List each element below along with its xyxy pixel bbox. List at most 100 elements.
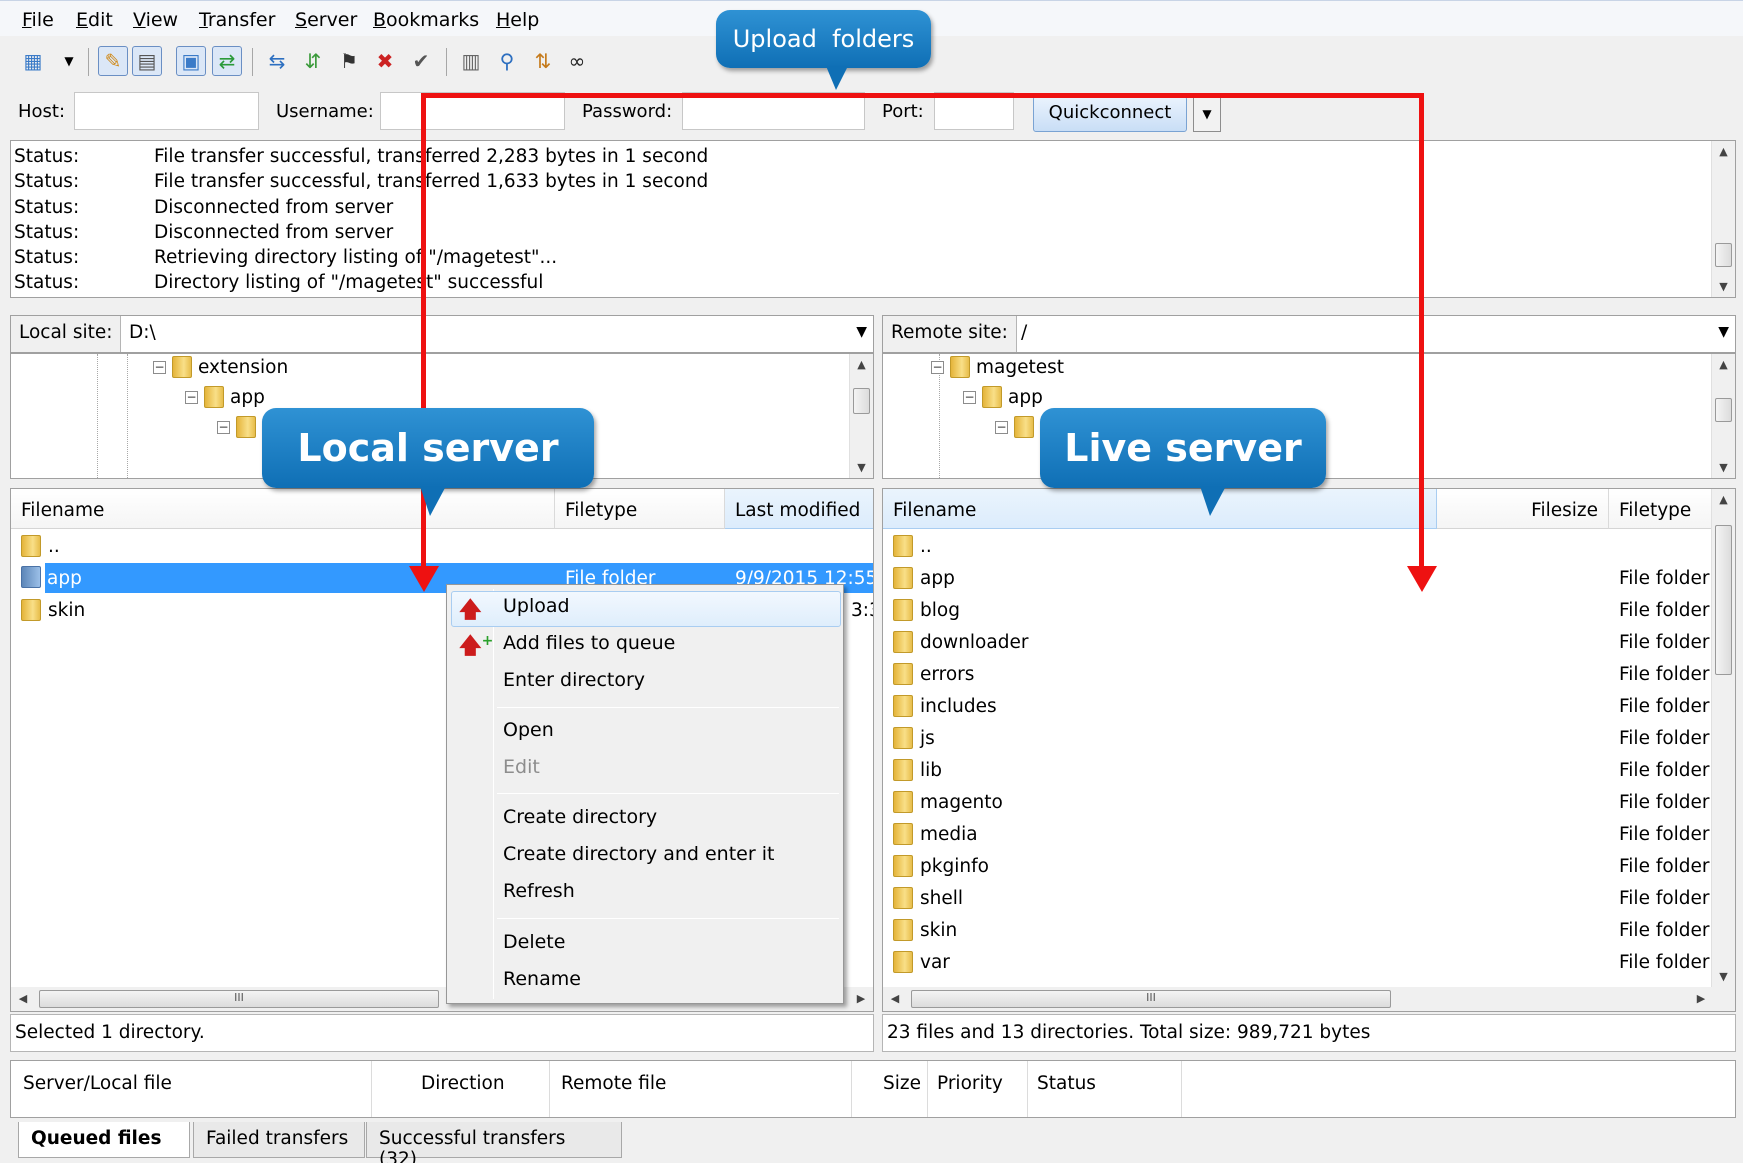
callout-upload-folders: Upload folders [716,10,931,68]
column-filetype[interactable]: Filetype [555,489,725,529]
refresh-icon[interactable]: ⇆ [262,46,292,76]
remote-file-list: Filename Filesize Filetype .. app File fol… [882,488,1736,1012]
tree-node-app[interactable]: − app [185,386,265,408]
menu-edit[interactable]: Edit [76,9,113,31]
local-status-bar: Selected 1 directory. [10,1014,874,1052]
menu-item-rename[interactable]: Rename [503,968,581,990]
tab-failed-transfers[interactable]: Failed transfers [193,1122,365,1158]
column-filename[interactable]: Filename [11,489,555,529]
file-type: File folder [1619,727,1710,749]
toggle-queue-icon[interactable]: ⇄ [212,46,242,76]
queue-col-status[interactable]: Status [1037,1073,1096,1094]
list-item[interactable]: downloader File folder [893,627,1710,657]
remote-site-dropdown-icon[interactable]: ▼ [1718,324,1729,340]
directory-filter-icon[interactable]: ▥ [456,46,486,76]
list-item[interactable]: includes File folder [893,691,1710,721]
sync-browsing-icon[interactable]: ⇅ [528,46,558,76]
column-last-modified[interactable]: Last modified [725,489,873,529]
menu-item-create-directory-and-enter[interactable]: Create directory and enter it [503,843,774,865]
collapse-icon[interactable]: − [217,420,230,434]
list-item[interactable]: lib File folder [893,755,1710,785]
file-type: File folder [1619,695,1710,717]
local-site-bar[interactable]: Local site: D:\ ▼ [10,315,874,353]
collapse-icon[interactable]: − [185,390,198,404]
disconnect-icon[interactable]: ✖ [370,46,400,76]
folder-icon [21,566,41,588]
queue-col-remote-file[interactable]: Remote file [561,1073,666,1094]
menu-item-add-files-to-queue[interactable]: Add files to queue [503,632,675,654]
tree-node-child[interactable]: − [995,416,1034,438]
menu-transfer[interactable]: Transfer [199,9,275,31]
collapse-icon[interactable]: − [995,420,1008,434]
log-scrollbar[interactable]: ▲ ▼ [1711,141,1735,297]
menu-help[interactable]: Help [496,9,539,31]
tree-node-app[interactable]: − app [963,386,1043,408]
tree-node-extension[interactable]: − extension [153,356,288,378]
list-item[interactable]: .. [893,531,1703,561]
quickconnect-button[interactable]: Quickconnect [1033,96,1187,132]
list-item[interactable]: shell File folder [893,883,1710,913]
site-manager-dropdown-icon[interactable]: ▼ [54,46,84,76]
queue-col-server-local-file[interactable]: Server/Local file [23,1073,172,1094]
process-queue-icon[interactable]: ⇵ [298,46,328,76]
folder-icon [893,951,913,973]
username-label: Username: [276,101,374,122]
collapse-icon[interactable]: − [963,390,976,404]
file-name: pkginfo [920,855,989,877]
remote-site-path[interactable]: / [1021,322,1027,343]
menu-item-create-directory[interactable]: Create directory [503,806,657,828]
tab-successful-transfers[interactable]: Successful transfers (32) [366,1122,622,1163]
quickconnect-dropdown-icon[interactable]: ▼ [1193,96,1221,132]
list-item[interactable]: magento File folder [893,787,1710,817]
menu-item-upload[interactable]: Upload [503,595,570,617]
file-name: app [920,567,955,589]
tree-node-child[interactable]: − [217,416,256,438]
file-name: magento [920,791,1003,813]
list-item[interactable]: media File folder [893,819,1710,849]
toggle-log-icon[interactable]: ✎ [98,46,128,76]
toggle-remote-tree-icon[interactable]: ▣ [176,46,206,76]
remote-list-hscrollbar[interactable]: ◀ III ▶ [883,987,1735,1011]
list-item[interactable]: js File folder [893,723,1710,753]
remote-list-scrollbar[interactable]: ▲ ▼ [1711,489,1735,987]
host-input[interactable] [74,92,259,130]
column-filetype[interactable]: Filetype [1609,489,1713,529]
folder-icon [21,535,41,557]
local-tree-scrollbar[interactable]: ▲ ▼ [849,354,873,478]
menu-view[interactable]: View [133,9,178,31]
remote-site-bar[interactable]: Remote site: / ▼ [882,315,1736,353]
queue-col-direction[interactable]: Direction [421,1073,505,1094]
local-site-path[interactable]: D:\ [129,322,156,343]
list-item[interactable]: blog File folder [893,595,1710,625]
menu-bookmarks[interactable]: Bookmarks [373,9,479,31]
toggle-local-tree-icon[interactable]: ▤ [132,46,162,76]
queue-col-size[interactable]: Size [883,1073,921,1094]
queue-col-priority[interactable]: Priority [937,1073,1003,1094]
site-manager-icon[interactable]: ▦ [18,46,48,76]
local-site-dropdown-icon[interactable]: ▼ [856,324,867,340]
column-filesize[interactable]: Filesize [1437,489,1609,529]
file-name: errors [920,663,975,685]
collapse-icon[interactable]: − [931,360,944,374]
menu-file[interactable]: File [22,9,54,31]
collapse-icon[interactable]: − [153,360,166,374]
reconnect-icon[interactable]: ✔ [406,46,436,76]
column-filename[interactable]: Filename [883,489,1437,529]
remote-tree-scrollbar[interactable]: ▲ ▼ [1711,354,1735,478]
list-item[interactable]: pkginfo File folder [893,851,1710,881]
menu-item-delete[interactable]: Delete [503,931,565,953]
cancel-operation-icon[interactable]: ⚑ [334,46,364,76]
compare-directories-icon[interactable]: ⚲ [492,46,522,76]
menu-item-enter-directory[interactable]: Enter directory [503,669,645,691]
tab-queued-files[interactable]: Queued files [18,1122,190,1158]
list-item[interactable]: errors File folder [893,659,1710,689]
list-item[interactable]: skin File folder [893,915,1710,945]
list-item[interactable]: .. [11,531,851,561]
search-files-icon[interactable]: ∞ [562,46,592,76]
menu-item-open[interactable]: Open [503,719,554,741]
menu-item-refresh[interactable]: Refresh [503,880,575,902]
list-item[interactable]: var File folder [893,947,1710,977]
tree-node-magetest[interactable]: − magetest [931,356,1064,378]
list-item[interactable]: app File folder [893,563,1710,593]
menu-server[interactable]: Server [295,9,357,31]
